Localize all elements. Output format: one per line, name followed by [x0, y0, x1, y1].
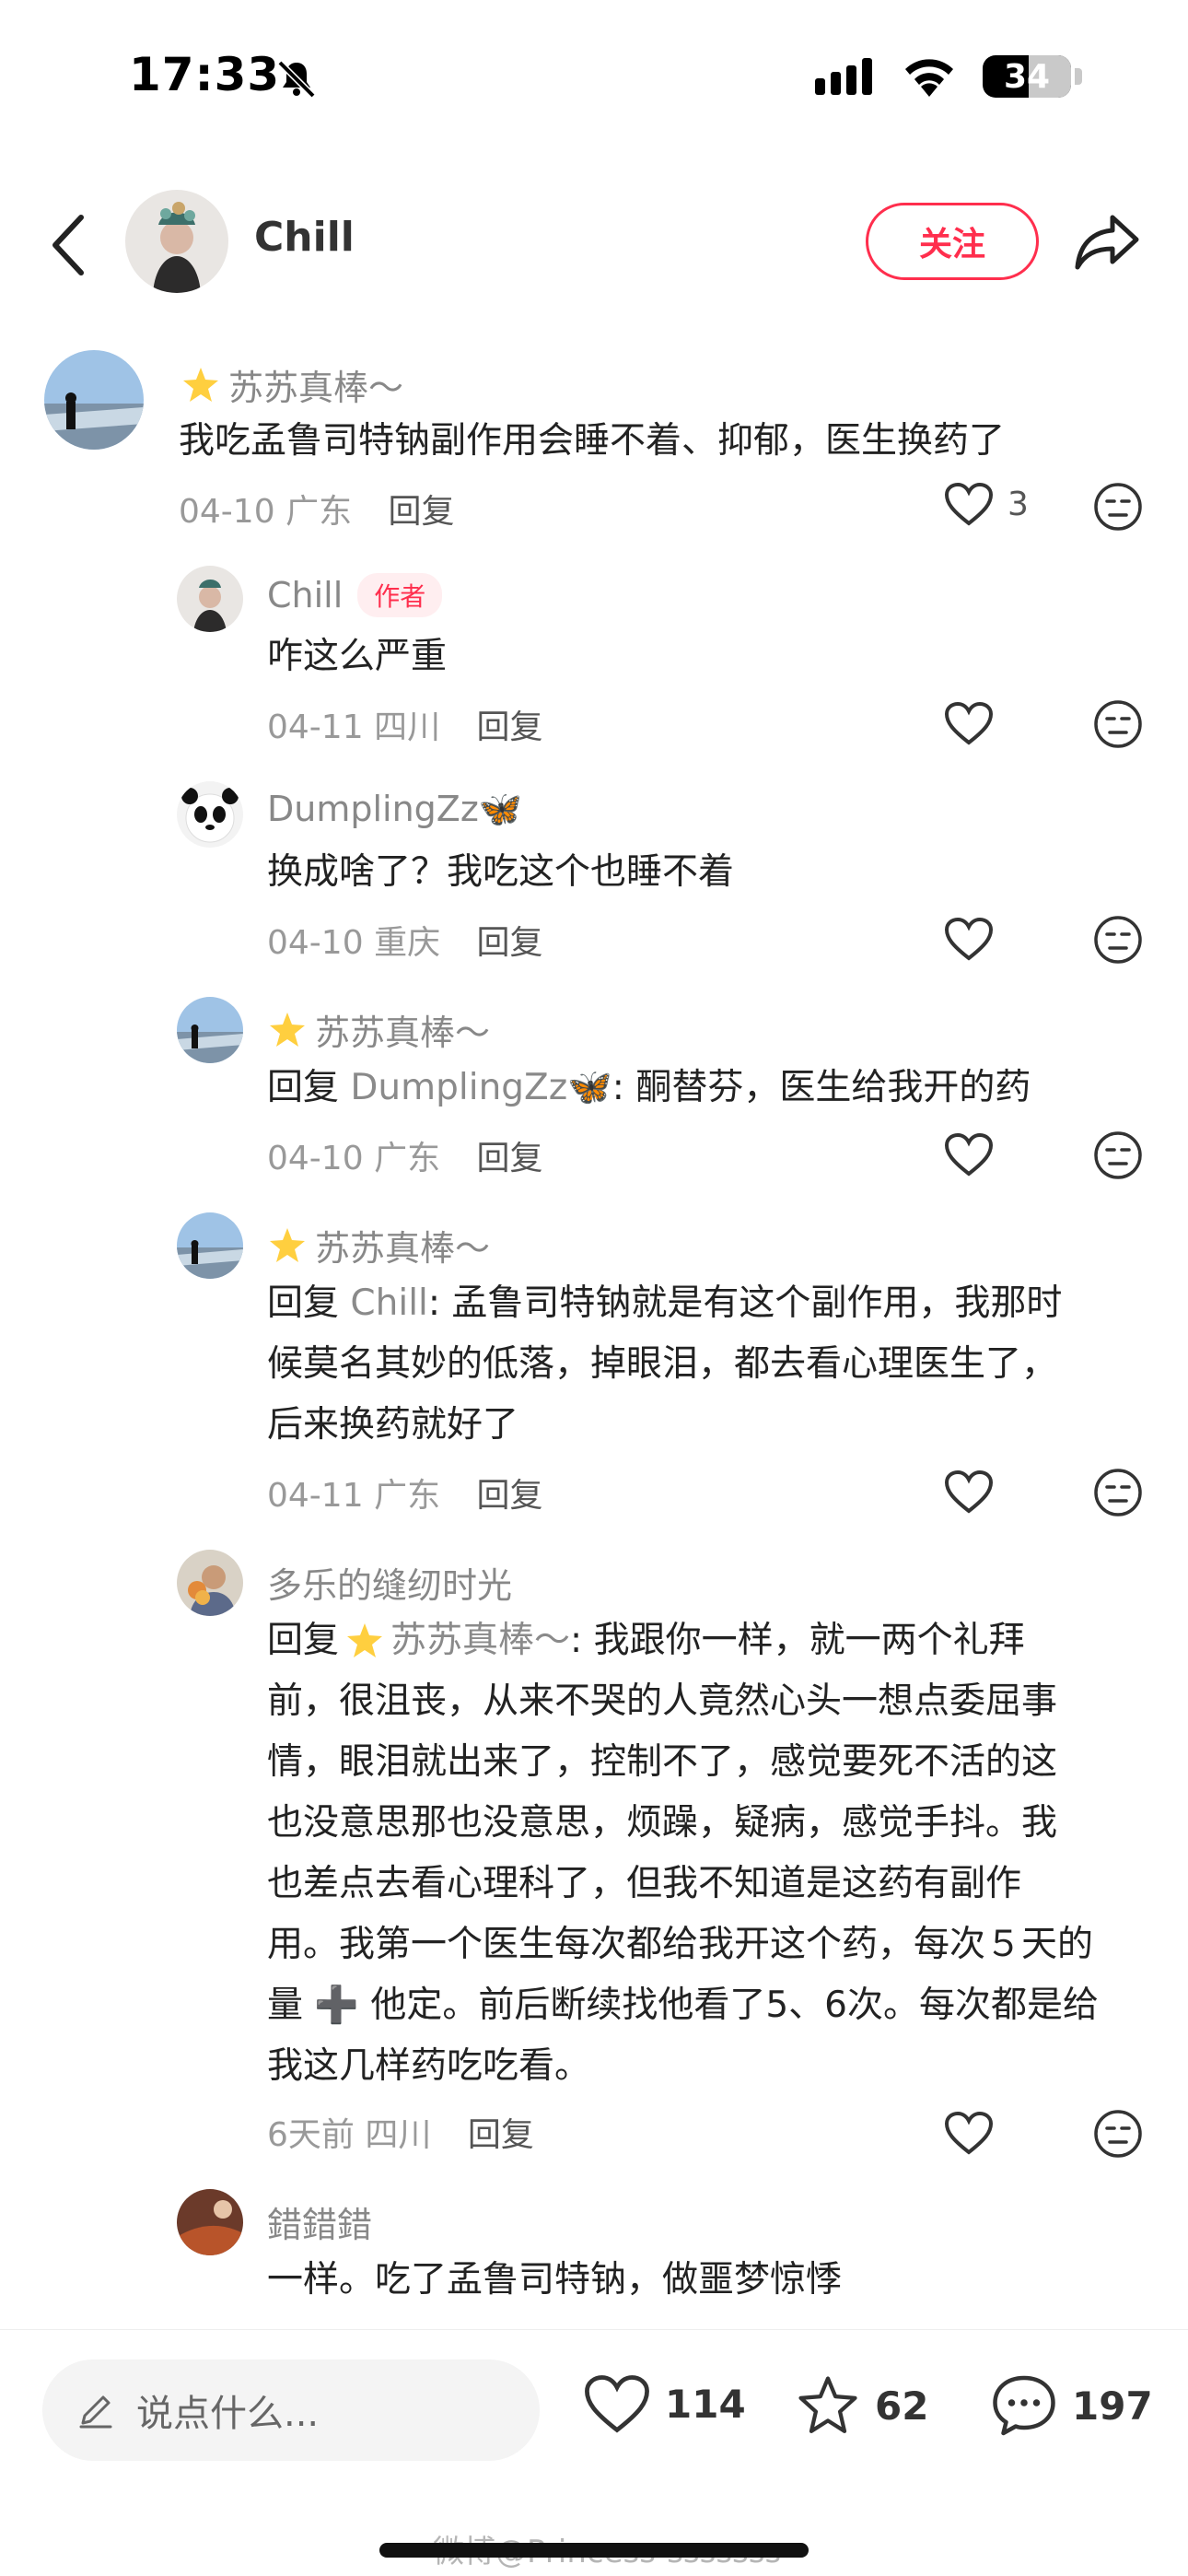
- comment-text: 一样。吃了孟鲁司特钠，做噩梦惊悸: [267, 2259, 843, 2301]
- heart-icon[interactable]: [943, 2110, 995, 2156]
- star-badge-icon: [347, 1623, 383, 1657]
- comment-text: 回复 苏苏真棒～: 我跟你一样，就一两个礼拜 前，很沮丧，从来不哭的人竟然心头一…: [267, 1610, 1099, 2097]
- comment-date: 04-10: [267, 924, 364, 962]
- reply-button[interactable]: 回复: [389, 493, 455, 531]
- dislike-face-icon[interactable]: [1092, 481, 1144, 533]
- comment-text: 回复 DumplingZz🦋: 酮替芬，医生给我开的药: [267, 1067, 1031, 1108]
- cellular-signal-icon: [815, 58, 872, 95]
- note-header: Chill 关注: [0, 184, 1188, 304]
- avatar[interactable]: [177, 997, 243, 1063]
- star-badge-icon: [183, 367, 218, 402]
- comment-username[interactable]: 苏苏真棒～: [181, 359, 403, 410]
- comment-username[interactable]: 苏苏真棒～: [267, 1004, 490, 1055]
- reply-button[interactable]: 回复: [468, 2116, 534, 2154]
- reply-button[interactable]: 回复: [477, 1140, 543, 1177]
- comment-meta: 6天前 四川 回复: [267, 2108, 534, 2156]
- comment-date: 04-11: [267, 708, 364, 746]
- dislike-face-icon[interactable]: [1092, 698, 1144, 750]
- comment-date: 6天前: [267, 2116, 355, 2154]
- comment-meta: 04-10 广东 回复: [267, 1131, 543, 1179]
- comment-text: 回复 Chill: 孟鲁司特钠就是有这个副作用，我那时 候莫名其妙的低落，掉眼泪…: [267, 1282, 1063, 1446]
- comment-meta: 04-10 广东 回复: [179, 485, 455, 533]
- favorite-total: 62: [875, 2383, 929, 2429]
- avatar[interactable]: [177, 1212, 243, 1279]
- reply-target[interactable]: Chill: [350, 1282, 427, 1324]
- share-icon[interactable]: [1072, 206, 1142, 276]
- comment-date: 04-11: [267, 1477, 364, 1515]
- comment-date: 04-10: [179, 493, 275, 531]
- heart-icon: [585, 2375, 649, 2433]
- author-name[interactable]: Chill: [254, 214, 355, 261]
- reply-button[interactable]: 回复: [477, 708, 543, 746]
- heart-icon: [944, 482, 994, 526]
- comment-input-placeholder: 说点什么...: [136, 2393, 320, 2435]
- reply-button[interactable]: 回复: [477, 1477, 543, 1515]
- like-count: 3: [1007, 485, 1029, 523]
- comment-text: 我吃孟鲁司特钠副作用会睡不着、抑郁，医生换药了: [179, 420, 1006, 462]
- comment-location: 广东: [285, 493, 353, 531]
- like-button[interactable]: 3: [943, 481, 1029, 527]
- avatar[interactable]: [177, 2189, 243, 2255]
- reply-button[interactable]: 回复: [477, 924, 543, 962]
- status-bar: 17:33 34: [0, 0, 1188, 157]
- comment-text: 换成啥了？我吃这个也睡不着: [267, 851, 735, 893]
- comment-date: 04-10: [267, 1140, 364, 1177]
- dislike-face-icon[interactable]: [1092, 1130, 1144, 1181]
- comment-location: 广东: [374, 1140, 441, 1177]
- comment-username[interactable]: 錯錯錯: [267, 2196, 372, 2247]
- comment-location: 重庆: [374, 924, 441, 962]
- wifi-icon: [905, 59, 953, 97]
- like-stat-button[interactable]: 114: [582, 2372, 746, 2435]
- comment-username[interactable]: DumplingZz🦋: [267, 789, 522, 830]
- heart-icon[interactable]: [943, 1131, 995, 1177]
- comment-meta: 04-11 四川 回复: [267, 700, 543, 748]
- comment-username[interactable]: 苏苏真棒～: [267, 1220, 490, 1270]
- like-total: 114: [665, 2381, 746, 2427]
- dislike-face-icon[interactable]: [1092, 914, 1144, 966]
- battery-indicator: 34: [983, 55, 1071, 98]
- avatar[interactable]: [44, 350, 144, 450]
- bell-muted-icon: [277, 60, 316, 99]
- avatar[interactable]: [177, 781, 243, 848]
- comment-total: 197: [1072, 2383, 1153, 2429]
- author-avatar[interactable]: [125, 190, 228, 293]
- home-indicator[interactable]: [379, 2543, 809, 2558]
- comment-meta: 04-10 重庆 回复: [267, 916, 543, 964]
- star-icon: [798, 2376, 857, 2433]
- comment-stat-button[interactable]: 197: [989, 2372, 1153, 2439]
- comment-input[interactable]: 说点什么...: [42, 2359, 540, 2461]
- favorite-stat-button[interactable]: 62: [794, 2372, 928, 2439]
- avatar[interactable]: [177, 1550, 243, 1616]
- pencil-icon: [79, 2395, 112, 2429]
- comment-location: 广东: [374, 1477, 441, 1515]
- star-badge-icon: [270, 1012, 305, 1047]
- comment-username[interactable]: Chill 作者: [267, 573, 443, 617]
- comment-location: 四川: [365, 2116, 432, 2154]
- status-time: 17:33: [129, 48, 281, 101]
- avatar[interactable]: [177, 566, 243, 632]
- author-tag: 作者: [357, 573, 443, 617]
- heart-icon[interactable]: [943, 1469, 995, 1515]
- reply-target[interactable]: 苏苏真棒～: [390, 1610, 570, 1671]
- comment-username[interactable]: 多乐的缝纫时光: [267, 1557, 512, 1608]
- chat-bubble-icon: [993, 2375, 1055, 2436]
- star-badge-icon: [270, 1227, 305, 1262]
- comment-text: 咋这么严重: [267, 636, 448, 677]
- comment-location: 四川: [374, 708, 441, 746]
- follow-button[interactable]: 关注: [866, 203, 1039, 280]
- back-arrow-icon[interactable]: [44, 210, 99, 280]
- comment-meta: 04-11 广东 回复: [267, 1469, 543, 1516]
- dislike-face-icon[interactable]: [1092, 1467, 1144, 1518]
- heart-icon[interactable]: [943, 700, 995, 746]
- dislike-face-icon[interactable]: [1092, 2108, 1144, 2160]
- reply-target[interactable]: DumplingZz🦋: [350, 1067, 611, 1108]
- heart-icon[interactable]: [943, 916, 995, 962]
